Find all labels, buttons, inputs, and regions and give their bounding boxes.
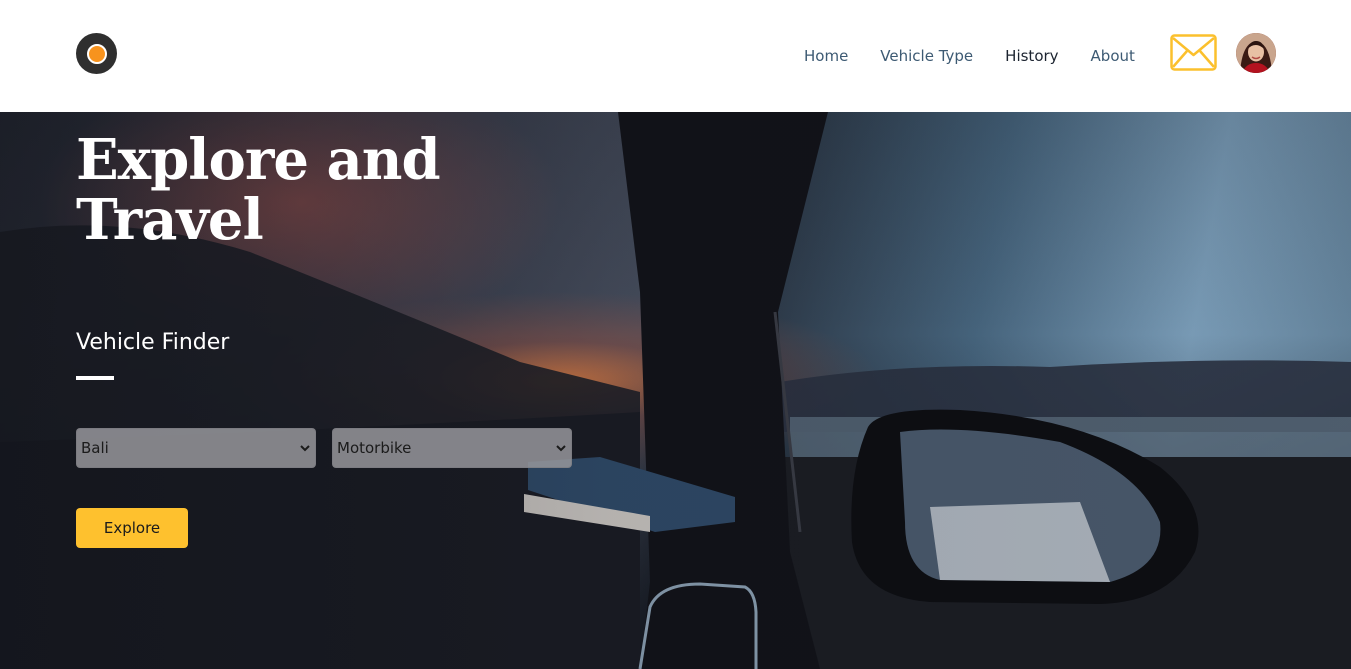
logo-icon[interactable]: [76, 33, 117, 74]
nav-about[interactable]: About: [1091, 47, 1135, 65]
user-avatar[interactable]: [1236, 33, 1276, 73]
title-underline: [76, 376, 114, 380]
vehicle-select-value: Motorbike: [337, 439, 412, 457]
location-select-value: Bali: [81, 439, 109, 457]
avatar-portrait-icon: [1236, 33, 1276, 73]
chevron-down-icon: [300, 445, 310, 452]
main-nav: Home Vehicle Type History About: [804, 44, 1135, 68]
nav-home[interactable]: Home: [804, 47, 848, 65]
explore-button[interactable]: Explore: [76, 508, 188, 548]
nav-vehicle-type[interactable]: Vehicle Type: [880, 47, 973, 65]
logo-inner-dot: [86, 43, 107, 64]
vehicle-finder-title: Vehicle Finder: [76, 330, 230, 355]
nav-history[interactable]: History: [1005, 47, 1058, 65]
chevron-down-icon: [556, 445, 566, 452]
envelope-icon[interactable]: [1170, 34, 1217, 71]
vehicle-type-select[interactable]: Motorbike: [332, 428, 572, 468]
hero-title: Explore and Travel: [76, 127, 441, 253]
hero-section: Explore and Travel Vehicle Finder Bali M…: [0, 112, 1351, 669]
site-header: Home Vehicle Type History About: [0, 0, 1351, 112]
location-select[interactable]: Bali: [76, 428, 316, 468]
